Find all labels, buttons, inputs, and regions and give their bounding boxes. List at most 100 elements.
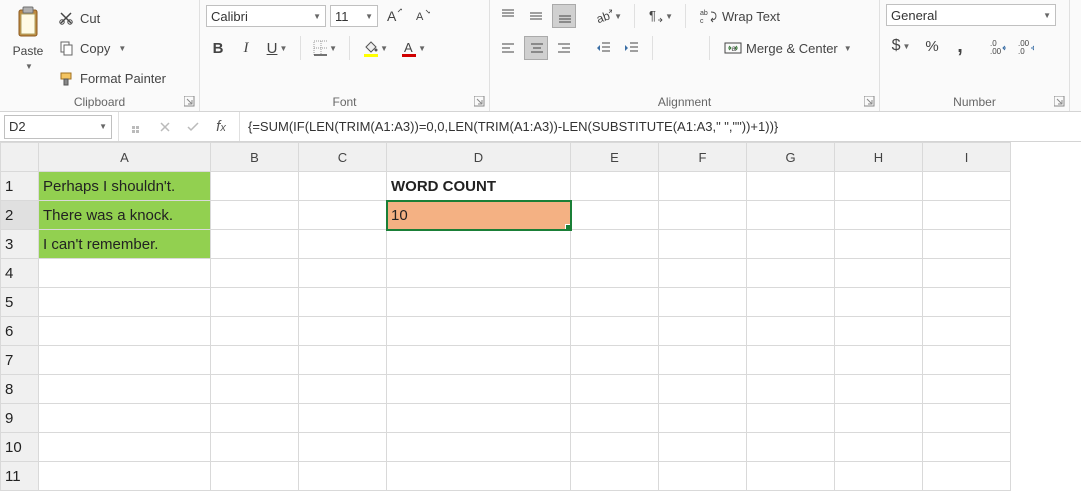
cell-F1[interactable] bbox=[659, 172, 747, 201]
increase-font-size-button[interactable]: A bbox=[382, 4, 406, 28]
cell-F8[interactable] bbox=[659, 375, 747, 404]
cell-F4[interactable] bbox=[659, 259, 747, 288]
cell-D1[interactable]: WORD COUNT bbox=[387, 172, 571, 201]
cell-I1[interactable] bbox=[923, 172, 1011, 201]
column-header-C[interactable]: C bbox=[299, 143, 387, 172]
cell-B9[interactable] bbox=[211, 404, 299, 433]
cell-F5[interactable] bbox=[659, 288, 747, 317]
cell-H2[interactable] bbox=[835, 201, 923, 230]
row-header-4[interactable]: 4 bbox=[1, 259, 39, 288]
cell-E5[interactable] bbox=[571, 288, 659, 317]
font-color-button[interactable]: A ▼ bbox=[396, 36, 430, 60]
cell-H5[interactable] bbox=[835, 288, 923, 317]
row-header-5[interactable]: 5 bbox=[1, 288, 39, 317]
cell-I5[interactable] bbox=[923, 288, 1011, 317]
cell-E4[interactable] bbox=[571, 259, 659, 288]
cell-H10[interactable] bbox=[835, 433, 923, 462]
cell-G4[interactable] bbox=[747, 259, 835, 288]
row-header-9[interactable]: 9 bbox=[1, 404, 39, 433]
cell-G5[interactable] bbox=[747, 288, 835, 317]
comma-format-button[interactable]: , bbox=[948, 34, 972, 58]
align-top-button[interactable] bbox=[496, 4, 520, 28]
cell-A8[interactable] bbox=[39, 375, 211, 404]
cell-F6[interactable] bbox=[659, 317, 747, 346]
cell-C10[interactable] bbox=[299, 433, 387, 462]
cell-H4[interactable] bbox=[835, 259, 923, 288]
font-launcher-button[interactable] bbox=[474, 96, 485, 107]
increase-decimal-button[interactable]: .0.00 bbox=[986, 34, 1010, 58]
column-header-E[interactable]: E bbox=[571, 143, 659, 172]
cell-E7[interactable] bbox=[571, 346, 659, 375]
cell-A10[interactable] bbox=[39, 433, 211, 462]
cell-H1[interactable] bbox=[835, 172, 923, 201]
fx-button[interactable]: fx bbox=[207, 112, 235, 141]
cell-F3[interactable] bbox=[659, 230, 747, 259]
cell-A5[interactable] bbox=[39, 288, 211, 317]
cell-A4[interactable] bbox=[39, 259, 211, 288]
decrease-indent-button[interactable] bbox=[592, 36, 616, 60]
cell-C1[interactable] bbox=[299, 172, 387, 201]
cell-C3[interactable] bbox=[299, 230, 387, 259]
cell-I10[interactable] bbox=[923, 433, 1011, 462]
column-header-I[interactable]: I bbox=[923, 143, 1011, 172]
cell-E8[interactable] bbox=[571, 375, 659, 404]
formula-input[interactable]: {=SUM(IF(LEN(TRIM(A1:A3))=0,0,LEN(TRIM(A… bbox=[239, 112, 1081, 141]
copy-button[interactable]: Copy ▼ bbox=[54, 38, 170, 58]
align-center-button[interactable] bbox=[524, 36, 548, 60]
row-header-6[interactable]: 6 bbox=[1, 317, 39, 346]
cell-B8[interactable] bbox=[211, 375, 299, 404]
cell-D8[interactable] bbox=[387, 375, 571, 404]
cell-I9[interactable] bbox=[923, 404, 1011, 433]
wrap-text-button[interactable]: abc Wrap Text bbox=[694, 6, 786, 26]
align-bottom-button[interactable] bbox=[552, 4, 576, 28]
cell-H3[interactable] bbox=[835, 230, 923, 259]
cell-A3[interactable]: I can't remember. bbox=[39, 230, 211, 259]
cell-G6[interactable] bbox=[747, 317, 835, 346]
merge-center-button[interactable]: a Merge & Center ▼ bbox=[718, 38, 858, 58]
border-button[interactable]: ▼ bbox=[309, 36, 341, 60]
cell-G2[interactable] bbox=[747, 201, 835, 230]
cell-G8[interactable] bbox=[747, 375, 835, 404]
cell-E3[interactable] bbox=[571, 230, 659, 259]
cell-D2[interactable]: 10 bbox=[387, 201, 571, 230]
cell-F2[interactable] bbox=[659, 201, 747, 230]
cell-G1[interactable] bbox=[747, 172, 835, 201]
cell-G11[interactable] bbox=[747, 462, 835, 491]
column-header-A[interactable]: A bbox=[39, 143, 211, 172]
column-header-B[interactable]: B bbox=[211, 143, 299, 172]
cell-G7[interactable] bbox=[747, 346, 835, 375]
cell-B7[interactable] bbox=[211, 346, 299, 375]
cell-I2[interactable] bbox=[923, 201, 1011, 230]
row-header-7[interactable]: 7 bbox=[1, 346, 39, 375]
cell-A7[interactable] bbox=[39, 346, 211, 375]
align-right-button[interactable] bbox=[552, 36, 576, 60]
cell-G10[interactable] bbox=[747, 433, 835, 462]
cut-button[interactable]: Cut bbox=[54, 8, 170, 28]
number-launcher-button[interactable] bbox=[1054, 96, 1065, 107]
cell-A6[interactable] bbox=[39, 317, 211, 346]
cell-D5[interactable] bbox=[387, 288, 571, 317]
cell-B3[interactable] bbox=[211, 230, 299, 259]
row-header-1[interactable]: 1 bbox=[1, 172, 39, 201]
increase-indent-button[interactable] bbox=[620, 36, 644, 60]
cell-I4[interactable] bbox=[923, 259, 1011, 288]
bold-button[interactable]: B bbox=[206, 36, 230, 60]
cell-I7[interactable] bbox=[923, 346, 1011, 375]
cell-C6[interactable] bbox=[299, 317, 387, 346]
cell-C4[interactable] bbox=[299, 259, 387, 288]
cell-B2[interactable] bbox=[211, 201, 299, 230]
decrease-font-size-button[interactable]: A bbox=[410, 4, 434, 28]
cell-A11[interactable] bbox=[39, 462, 211, 491]
cell-B6[interactable] bbox=[211, 317, 299, 346]
cell-I11[interactable] bbox=[923, 462, 1011, 491]
cell-F9[interactable] bbox=[659, 404, 747, 433]
paste-button[interactable]: Paste ▼ bbox=[6, 4, 50, 93]
row-header-2[interactable]: 2 bbox=[1, 201, 39, 230]
column-header-F[interactable]: F bbox=[659, 143, 747, 172]
clipboard-launcher-button[interactable] bbox=[184, 96, 195, 107]
font-size-select[interactable]: 11 ▼ bbox=[330, 5, 378, 27]
row-header-10[interactable]: 10 bbox=[1, 433, 39, 462]
cell-E2[interactable] bbox=[571, 201, 659, 230]
cell-C2[interactable] bbox=[299, 201, 387, 230]
cell-B4[interactable] bbox=[211, 259, 299, 288]
